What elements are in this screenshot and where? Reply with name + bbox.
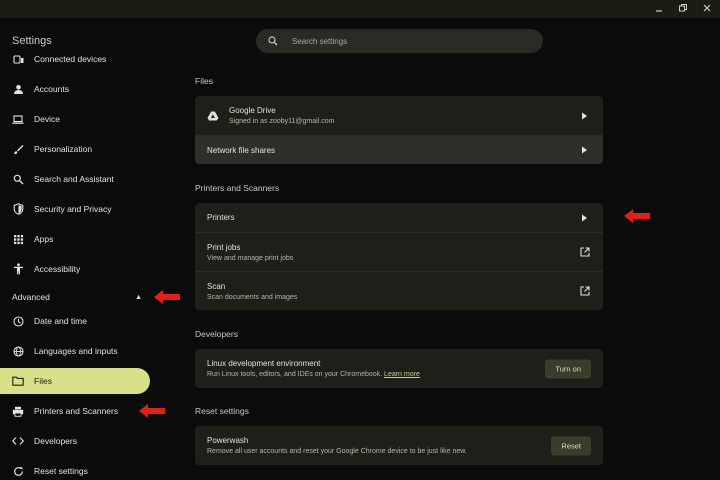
person-icon xyxy=(12,83,24,95)
laptop-icon xyxy=(12,113,24,125)
scan-title: Scan xyxy=(207,281,226,291)
close-icon[interactable] xyxy=(702,3,712,13)
google-drive-account: Signed in as zooby11@gmail.com xyxy=(229,118,335,125)
chevron-right-icon xyxy=(582,214,587,221)
section-title-reset: Reset settings xyxy=(195,406,249,416)
network-file-shares-row[interactable]: Network file shares xyxy=(195,135,603,164)
sidebar-item-reset-settings[interactable]: Reset settings xyxy=(0,458,150,480)
caret-up-icon: ▲ xyxy=(135,293,142,301)
powerwash-row: Powerwash Remove all user accounts and r… xyxy=(195,426,603,465)
sidebar-item-languages-inputs[interactable]: Languages and inputs xyxy=(0,338,150,364)
shield-icon xyxy=(12,203,24,215)
search-icon xyxy=(12,173,24,185)
red-arrow-icon xyxy=(624,209,650,223)
advanced-label: Advanced xyxy=(12,292,50,302)
developers-card: Linux development environment Run Linux … xyxy=(195,349,603,388)
sidebar-item-label: Device xyxy=(34,114,60,124)
sidebar-item-label: Printers and Scanners xyxy=(34,406,119,416)
scan-subtitle: Scan documents and images xyxy=(207,293,298,301)
linux-environment-row: Linux development environment Run Linux … xyxy=(195,349,603,388)
sidebar-item-label: Date and time xyxy=(34,316,87,326)
print-jobs-row[interactable]: Print jobs View and manage print jobs xyxy=(195,232,603,271)
sidebar-item-label: Search and Assistant xyxy=(34,174,114,184)
printers-label: Printers xyxy=(207,213,235,222)
accessibility-icon xyxy=(12,263,24,275)
sidebar-item-accounts[interactable]: Accounts xyxy=(0,76,150,102)
sidebar-item-label: Personalization xyxy=(34,144,93,154)
code-icon xyxy=(12,435,24,447)
scan-row[interactable]: Scan Scan documents and images xyxy=(195,271,603,310)
sidebar-item-device[interactable]: Device xyxy=(0,106,150,132)
google-drive-row[interactable]: Google Drive Signed in as zooby11@gmail.… xyxy=(195,96,603,135)
apps-grid-icon xyxy=(12,233,24,245)
sidebar-item-accessibility[interactable]: Accessibility xyxy=(0,256,150,282)
sidebar-item-label: Accounts xyxy=(34,84,69,94)
section-title-files: Files xyxy=(195,76,213,86)
print-jobs-subtitle: View and manage print jobs xyxy=(207,254,294,262)
sidebar-item-label: Security and Privacy xyxy=(34,204,112,214)
minimize-icon[interactable] xyxy=(654,3,664,13)
sidebar-item-label: Developers xyxy=(34,436,77,446)
print-jobs-title: Print jobs xyxy=(207,242,241,252)
search-bar[interactable] xyxy=(256,29,543,53)
restore-icon[interactable] xyxy=(678,3,688,13)
google-drive-title: Google Drive xyxy=(229,106,276,115)
sidebar-item-label: Files xyxy=(34,376,52,386)
sidebar-item-security-privacy[interactable]: Security and Privacy xyxy=(0,196,150,222)
learn-more-link[interactable]: Learn more xyxy=(384,371,420,378)
network-file-shares-label: Network file shares xyxy=(207,145,276,155)
sidebar-item-personalization[interactable]: Personalization xyxy=(0,136,150,162)
red-arrow-icon xyxy=(154,290,180,304)
printers-card: Printers Print jobs View and manage prin… xyxy=(195,203,603,310)
app-title: Settings xyxy=(12,35,52,47)
chevron-right-icon xyxy=(582,112,587,119)
sidebar-item-apps[interactable]: Apps xyxy=(0,226,150,252)
sidebar-item-label: Reset settings xyxy=(34,466,88,476)
sidebar-item-label: Languages and inputs xyxy=(34,346,118,356)
linux-environment-description: Run Linux tools, editors, and IDEs on yo… xyxy=(207,371,383,378)
search-icon xyxy=(268,36,278,46)
linux-environment-title: Linux development environment xyxy=(207,359,321,368)
reset-button[interactable]: Reset xyxy=(551,436,591,455)
sidebar-item-connected-devices[interactable]: Connected devices xyxy=(0,50,150,72)
reset-icon xyxy=(12,465,24,477)
reset-card: Powerwash Remove all user accounts and r… xyxy=(195,426,603,465)
section-title-printers: Printers and Scanners xyxy=(195,183,280,193)
sidebar-item-date-time[interactable]: Date and time xyxy=(0,308,150,334)
brush-icon xyxy=(12,143,24,155)
powerwash-subtitle: Remove all user accounts and reset your … xyxy=(207,448,467,455)
search-input[interactable] xyxy=(292,36,512,46)
printers-row[interactable]: Printers xyxy=(195,203,603,232)
printer-icon xyxy=(12,405,24,417)
external-link-icon xyxy=(580,247,590,257)
powerwash-title: Powerwash xyxy=(207,436,249,445)
folder-icon xyxy=(12,375,24,387)
sidebar-item-label: Accessibility xyxy=(34,264,81,274)
section-title-developers: Developers xyxy=(195,329,238,339)
chevron-right-icon xyxy=(582,146,587,154)
external-link-icon xyxy=(580,286,590,296)
sidebar-item-printers-scanners[interactable]: Printers and Scanners xyxy=(0,398,150,424)
google-drive-icon xyxy=(207,111,219,121)
sidebar-item-search-assistant[interactable]: Search and Assistant xyxy=(0,166,150,192)
globe-icon xyxy=(12,345,24,357)
sidebar-item-label: Apps xyxy=(34,234,54,244)
title-bar xyxy=(0,0,720,18)
turn-on-button[interactable]: Turn on xyxy=(545,359,591,378)
sidebar-item-developers[interactable]: Developers xyxy=(0,428,150,454)
files-card: Google Drive Signed in as zooby11@gmail.… xyxy=(195,96,603,164)
linux-environment-subtitle: Run Linux tools, editors, and IDEs on yo… xyxy=(207,371,420,378)
sidebar-item-files[interactable]: Files xyxy=(0,368,150,394)
clock-icon xyxy=(12,315,24,327)
sidebar-item-label: Connected devices xyxy=(34,54,107,64)
devices-icon xyxy=(12,53,24,65)
advanced-section-toggle[interactable]: Advanced ▲ xyxy=(12,292,142,302)
red-arrow-icon xyxy=(139,404,165,418)
window-controls xyxy=(654,3,712,13)
